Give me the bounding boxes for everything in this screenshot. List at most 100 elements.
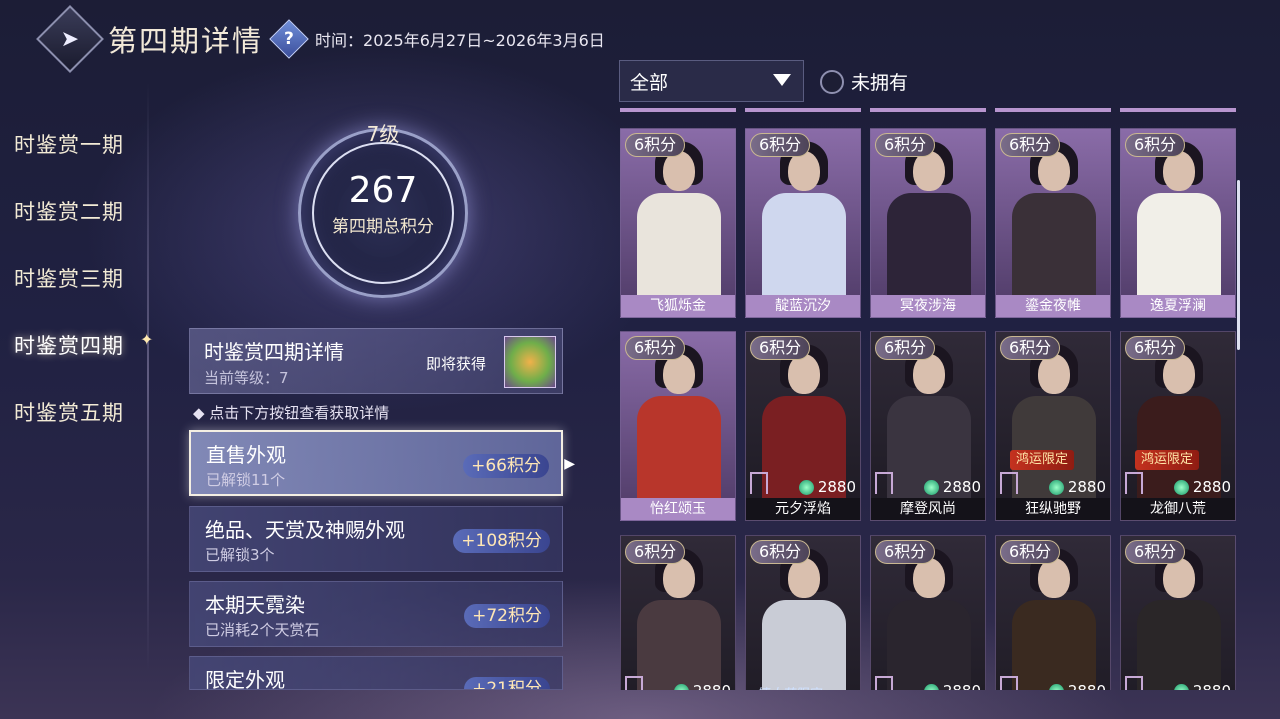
outfit-card[interactable]: 6积分 2880 鸿运限定 狂纵驰野 [995,331,1111,521]
price: 2880 [798,478,856,496]
outfit-figure-head [1038,354,1070,394]
outfit-card[interactable]: 6积分冥夜涉海 [870,128,986,318]
category-limited[interactable]: 限定外观 +21积分 [189,656,563,690]
price-value: 2880 [817,478,856,496]
category-points-badge: +72积分 [464,604,550,628]
category-points-badge: +108积分 [453,529,550,553]
points-badge: 6积分 [1000,133,1061,157]
current-level: 当前等级：7 [204,369,289,387]
category-points-badge: +66积分 [463,454,549,478]
price: 2880 [1173,478,1231,496]
outfit-card[interactable]: 6积分 2880 [620,535,736,690]
nav-item-period-2[interactable]: 时鉴赏二期 [0,177,150,244]
outfit-figure-head [663,558,695,598]
outfit-card[interactable]: 6积分 逸夏浮澜 [1120,128,1236,318]
price-value: 2880 [1067,478,1106,496]
not-owned-filter[interactable]: 未拥有 [820,68,908,95]
outfit-figure-body [1012,600,1096,690]
selected-arrow-icon: ▶ [564,456,575,472]
points-badge: 6积分 [1000,540,1061,564]
grid-scrollbar[interactable] [1237,180,1240,350]
category-direct-sale[interactable]: 直售外观 已解锁11个 +66积分 ▶ [189,430,575,496]
points-badge: 6积分 [750,133,811,157]
radio-icon[interactable] [820,69,844,94]
category-sub: 已消耗2个天赏石 [205,621,320,639]
outfit-card[interactable]: 6积分 2880 鸿运限定 龙御八荒 [1120,331,1236,521]
outfit-name: 狂纵驰野 [996,498,1110,520]
points-ring: 7级 267 第四期总积分 [290,114,480,304]
points-badge: 6积分 [625,336,686,360]
wing-icon: ➤ [60,26,80,52]
nav-item-period-1[interactable]: 时鉴赏一期 [0,110,150,177]
outfit-figure-body [637,396,721,506]
nav-item-period-3[interactable]: 时鉴赏三期 [0,244,150,311]
outfit-card[interactable]: 6积分 2880 元夕浮焰 [745,331,861,521]
outfit-name: 怡红颂玉 [621,498,735,520]
outfit-card[interactable]: 6积分情人节限定竞 [745,535,861,690]
points-badge: 6积分 [875,336,936,360]
outfit-card[interactable]: 6积分 2880 [995,535,1111,690]
category-dye[interactable]: 本期天霓染 已消耗2个天赏石 +72积分 [189,581,563,647]
partial-card [995,108,1111,112]
filter-dropdown[interactable]: 全部 [619,60,804,102]
jade-icon [1048,479,1064,495]
outfit-figure-head [788,558,820,598]
back-logo-button[interactable]: ➤ [36,5,104,73]
sidebar-nav: 时鉴赏一期 时鉴赏二期 时鉴赏三期 时鉴赏四期 时鉴赏五期 [0,110,150,445]
nav-item-period-4[interactable]: 时鉴赏四期 [0,311,150,378]
outfit-card[interactable]: 6积分鎏金夜帷 [995,128,1111,318]
category-sub: 已解锁3个 [205,546,275,564]
points-badge: 6积分 [750,336,811,360]
level-label: 7级 [366,122,400,146]
jade-icon [923,479,939,495]
category-title: 直售外观 [206,443,286,467]
jade-icon [923,683,939,690]
outfit-figure-body [1137,193,1221,303]
outfit-grid: 6积分 飞狐烁金 6积分 靛蓝沉汐 6积分 冥夜涉海 6积分 鎏金夜帷 6积分 逸夏浮澜 6积分 怡红… [618,108,1240,690]
outfit-figure-body [887,600,971,690]
price: 2880 [1048,682,1106,690]
partial-card [870,108,986,112]
outfit-figure-body [1012,193,1096,303]
points-badge: 6积分 [1000,336,1061,360]
price-value: 2880 [943,682,981,690]
outfit-card[interactable]: 6积分 飞狐烁金 [620,128,736,318]
outfit-card[interactable]: 6积分 靛蓝沉汐 [745,128,861,318]
price-value: 2880 [942,478,981,496]
partial-card [745,108,861,112]
outfit-figure-body [637,600,721,690]
price-value: 2880 [1068,682,1106,690]
nav-item-period-5[interactable]: 时鉴赏五期 [0,378,150,445]
outfit-figure-body [637,193,721,303]
jade-icon [1173,683,1189,690]
not-owned-label: 未拥有 [851,72,909,94]
hint-text: ◆ 点击下方按钮查看获取详情 [193,404,390,422]
partial-card [620,108,736,112]
period-detail-panel[interactable]: 时鉴赏四期详情 当前等级：7 即将获得 [189,328,563,394]
category-premium[interactable]: 绝品、天赏及神赐外观 已解锁3个 +108积分 [189,506,563,572]
outfit-figure-body [762,600,846,690]
outfit-figure-head [913,354,945,394]
lock-icon [875,676,893,690]
price-value: 2880 [693,682,731,690]
outfit-card[interactable]: 6积分 2880 [870,535,986,690]
reward-item-icon[interactable] [504,336,556,388]
outfit-figure-head [1038,558,1070,598]
outfit-card[interactable]: 6积分怡红颂玉 [620,331,736,521]
detail-title: 时鉴赏四期详情 [204,340,344,364]
outfit-card[interactable]: 6积分 2880 摩登风尚 [870,331,986,521]
outfit-name: 冥夜涉海 [871,295,985,317]
outfit-name: 鎏金夜帷 [996,295,1110,317]
price: 2880 [673,682,731,690]
category-points-badge: +21积分 [464,677,550,689]
event-time: 时间：2025年6月27日~2026年3月6日 [315,31,605,50]
lock-icon [625,676,643,690]
help-button[interactable]: ? [269,19,309,59]
outfit-card[interactable]: 6积分 2880 [1120,535,1236,690]
lock-icon [1000,472,1018,494]
points-badge: 6积分 [875,133,936,157]
soon-label: 即将获得 [426,355,487,373]
outfit-figure-head [1038,151,1070,191]
points-badge: 6积分 [750,540,811,564]
points-badge: 6积分 [1125,133,1186,157]
